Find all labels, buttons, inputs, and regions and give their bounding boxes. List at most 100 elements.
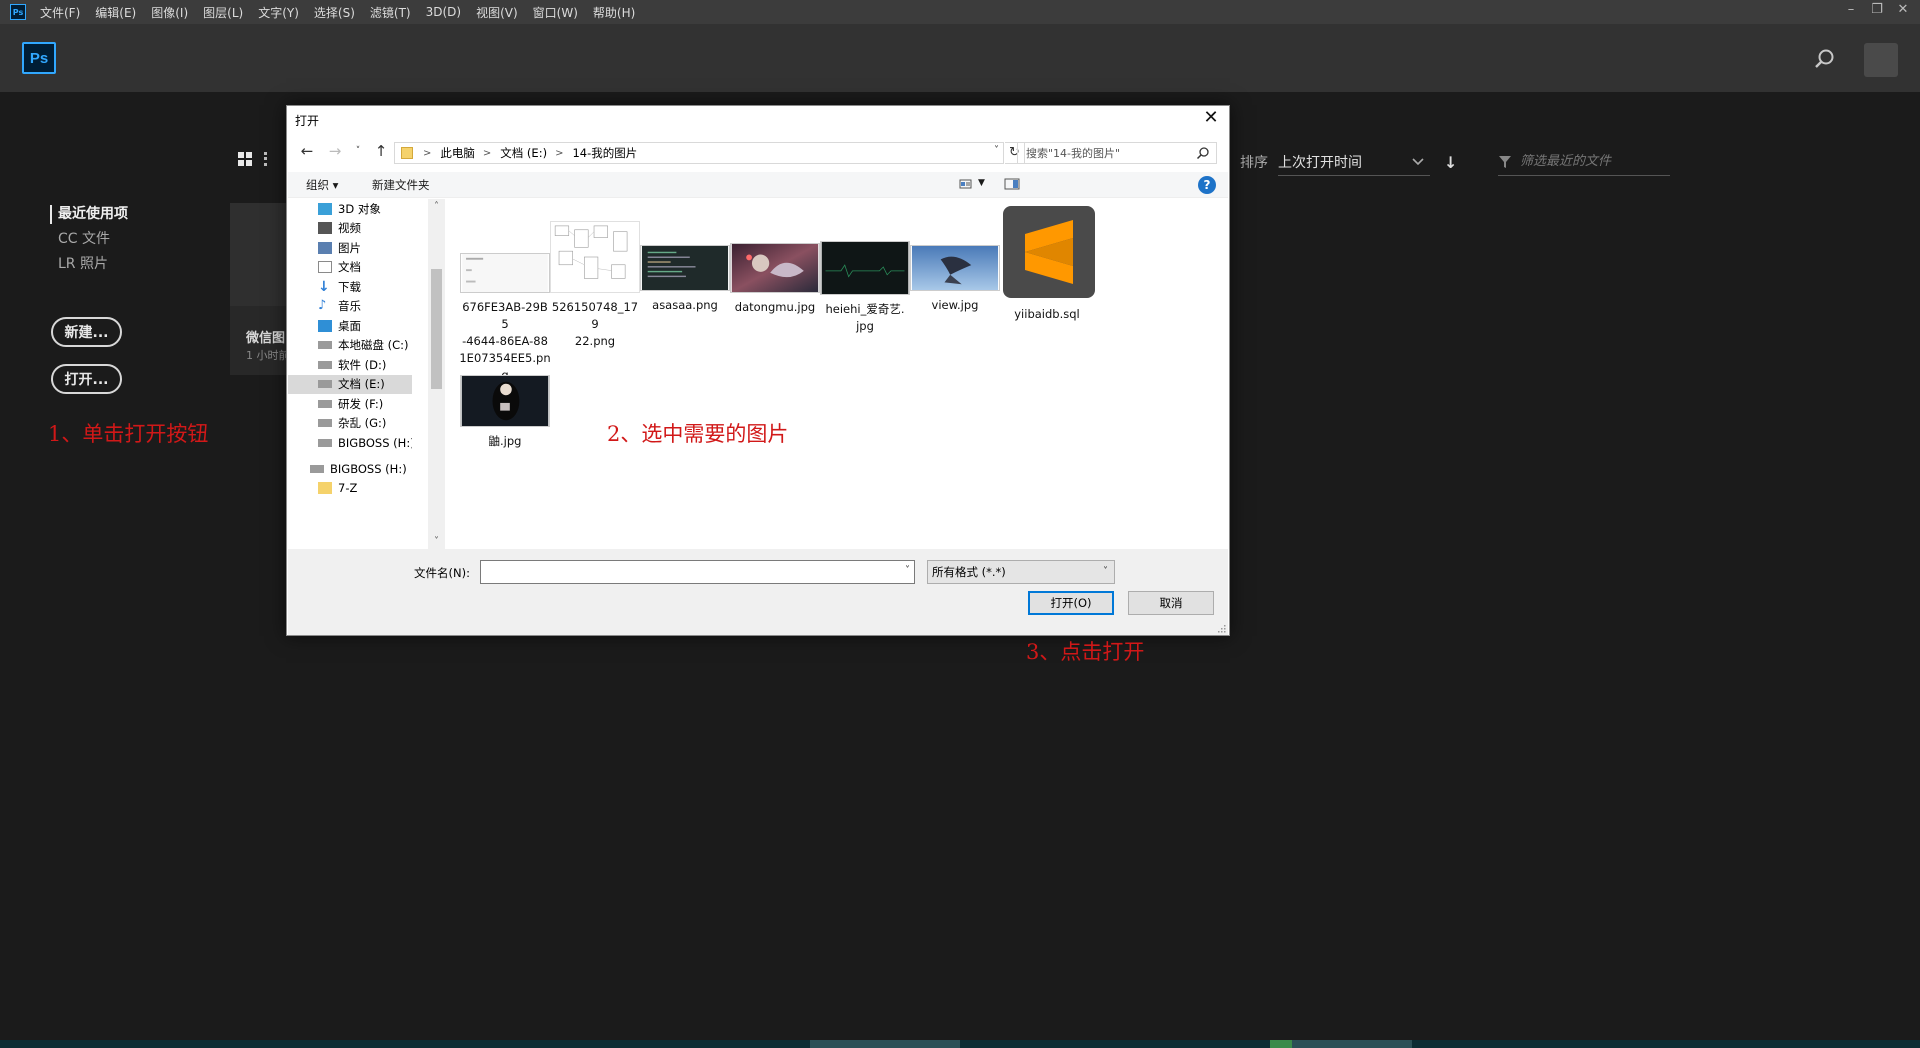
- filename-input[interactable]: [481, 561, 891, 583]
- open-file-button[interactable]: 打开(O): [1028, 591, 1114, 615]
- back-arrow-icon[interactable]: ←: [295, 142, 319, 160]
- sort-value: 上次打开时间: [1278, 154, 1362, 171]
- file-name: datongmu.jpg: [734, 300, 816, 314]
- forward-arrow-icon[interactable]: →: [323, 142, 347, 160]
- tree-item-downloads[interactable]: ↓ 下载: [288, 277, 412, 296]
- tree-item-label: BIGBOSS (H:): [330, 461, 407, 476]
- annotation-step2: 2、选中需要的图片: [607, 422, 789, 446]
- restore-button[interactable]: ❐: [1870, 2, 1884, 17]
- new-button[interactable]: 新建...: [51, 317, 122, 347]
- menu-3d[interactable]: 3D(D): [426, 5, 461, 19]
- menu-select[interactable]: 选择(S): [314, 4, 355, 21]
- file-list: 676FE3AB-29B5 -4644-86EA-88 1E07354EE5.p…: [447, 199, 1229, 549]
- tree-item-3d-objects[interactable]: 3D 对象: [288, 199, 412, 218]
- navigation-scrollbar[interactable]: ˄ ˅: [428, 199, 445, 549]
- cancel-button[interactable]: 取消: [1128, 591, 1214, 615]
- view-toggle: [238, 152, 276, 166]
- taskbar-app[interactable]: [1292, 1040, 1412, 1048]
- nav-recent[interactable]: 最近使用项: [50, 205, 128, 224]
- scrollbar-thumb[interactable]: [431, 269, 442, 389]
- user-avatar[interactable]: [1864, 43, 1898, 77]
- menu-window[interactable]: 窗口(W): [533, 4, 578, 21]
- dialog-search-input[interactable]: [1026, 146, 1196, 160]
- resize-grip-icon[interactable]: [1216, 623, 1226, 633]
- change-view-icon[interactable]: [959, 177, 975, 191]
- menu-image[interactable]: 图像(I): [151, 4, 188, 21]
- taskbar-app[interactable]: [810, 1040, 960, 1048]
- 3d-objects-icon: [318, 202, 332, 215]
- tree-item-videos[interactable]: 视频: [288, 219, 412, 238]
- file-thumbnail: [910, 245, 1000, 291]
- help-icon[interactable]: ?: [1198, 176, 1216, 194]
- file-item[interactable]: view.jpg: [909, 245, 1001, 314]
- sort-direction-icon[interactable]: ↓: [1444, 153, 1457, 172]
- filename-label: 文件名(N):: [414, 566, 470, 580]
- list-view-icon[interactable]: [264, 152, 276, 166]
- dialog-search-box: [1017, 142, 1217, 164]
- file-item[interactable]: asasaa.png: [639, 245, 731, 314]
- tree-item-drive-d[interactable]: 软件 (D:): [288, 355, 412, 374]
- chevron-down-icon[interactable]: ˅: [994, 145, 999, 156]
- up-arrow-icon[interactable]: ↑: [369, 142, 393, 160]
- dialog-close-button[interactable]: ✕: [1199, 108, 1223, 130]
- open-button[interactable]: 打开...: [51, 364, 122, 394]
- breadcrumb-drive-e[interactable]: 文档 (E:): [500, 145, 547, 161]
- menu-help[interactable]: 帮助(H): [593, 4, 635, 21]
- menu-filter[interactable]: 滤镜(T): [370, 4, 411, 21]
- tree-item-pictures[interactable]: 图片: [288, 238, 412, 257]
- filename-combobox: ˅: [480, 560, 915, 584]
- recent-file-card[interactable]: 微信图 1 小时前: [230, 203, 290, 375]
- file-item[interactable]: 526150748_179 22.png: [549, 221, 641, 350]
- scroll-up-icon[interactable]: ˄: [428, 201, 445, 212]
- tree-item-drive-h[interactable]: BIGBOSS (H:): [288, 433, 412, 452]
- chevron-down-icon[interactable]: ˅: [905, 565, 910, 576]
- tree-item-folder[interactable]: 7-Z: [288, 478, 412, 497]
- tree-item-drive-g[interactable]: 杂乱 (G:): [288, 414, 412, 433]
- filetype-value: 所有格式 (*.*): [932, 565, 1006, 579]
- menu-layer[interactable]: 图层(L): [203, 4, 243, 21]
- close-window-button[interactable]: ✕: [1896, 2, 1910, 17]
- new-folder-button[interactable]: 新建文件夹: [372, 177, 430, 193]
- preview-pane-icon[interactable]: [1004, 177, 1020, 191]
- breadcrumb-this-pc[interactable]: 此电脑: [440, 145, 475, 161]
- grid-view-icon[interactable]: [238, 152, 252, 166]
- breadcrumb-folder[interactable]: 14-我的图片: [572, 145, 637, 161]
- tree-item-drive-h-root[interactable]: BIGBOSS (H:): [288, 459, 412, 478]
- search-icon[interactable]: [1814, 48, 1836, 70]
- nav-lr-photos[interactable]: LR 照片: [50, 255, 128, 274]
- tree-item-label: 桌面: [338, 318, 361, 333]
- address-bar[interactable]: > 此电脑 > 文档 (E:) > 14-我的图片 ˅: [394, 142, 1004, 164]
- photoshop-app-icon: Ps: [10, 4, 26, 20]
- filter-input[interactable]: [1520, 154, 1660, 169]
- tree-item-drive-c[interactable]: 本地磁盘 (C:): [288, 336, 412, 355]
- chevron-down-icon[interactable]: ▼: [978, 178, 985, 188]
- file-item[interactable]: datongmu.jpg: [729, 243, 821, 316]
- file-thumbnail: [550, 221, 640, 293]
- minimize-button[interactable]: –: [1844, 2, 1858, 17]
- scroll-down-icon[interactable]: ˅: [428, 536, 445, 547]
- nav-cc-files[interactable]: CC 文件: [50, 230, 128, 249]
- tree-item-music[interactable]: ♪ 音乐: [288, 297, 412, 316]
- filetype-select[interactable]: 所有格式 (*.*) ˅: [927, 560, 1115, 584]
- drive-icon: [310, 464, 324, 473]
- desktop-icon: [318, 319, 332, 332]
- search-icon: [1196, 147, 1209, 160]
- file-item[interactable]: heiehi_爱奇艺. jpg: [819, 241, 911, 335]
- tree-item-desktop[interactable]: 桌面: [288, 316, 412, 335]
- organize-button[interactable]: 组织 ▾: [306, 177, 338, 193]
- menu-type[interactable]: 文字(Y): [258, 4, 299, 21]
- app-header: Ps: [0, 24, 1920, 92]
- file-item[interactable]: 鼬.jpg: [459, 375, 551, 450]
- tree-item-drive-e[interactable]: 文档 (E:): [288, 374, 412, 394]
- taskbar-app[interactable]: [1270, 1040, 1292, 1048]
- recent-locations-icon[interactable]: ˅: [351, 146, 365, 156]
- menu-view[interactable]: 视图(V): [476, 4, 518, 21]
- file-item[interactable]: yiibaidb.sql: [1001, 204, 1095, 323]
- file-item[interactable]: 676FE3AB-29B5 -4644-86EA-88 1E07354EE5.p…: [459, 253, 551, 384]
- menu-file[interactable]: 文件(F): [40, 4, 80, 21]
- menu-edit[interactable]: 编辑(E): [95, 4, 136, 21]
- tree-item-drive-f[interactable]: 研发 (F:): [288, 394, 412, 413]
- music-icon: ♪: [318, 298, 327, 313]
- tree-item-documents[interactable]: 文档: [288, 258, 412, 277]
- sort-select[interactable]: 上次打开时间: [1278, 148, 1430, 176]
